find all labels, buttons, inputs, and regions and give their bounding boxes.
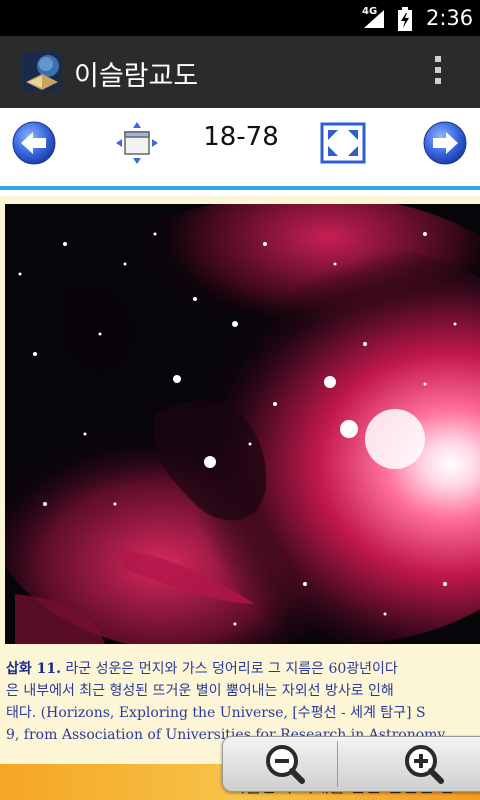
arrow-left-icon[interactable] xyxy=(11,120,57,166)
arrow-right-icon[interactable] xyxy=(422,120,468,166)
move-window-icon[interactable] xyxy=(114,120,160,166)
zoom-out-icon[interactable] xyxy=(223,737,351,791)
clock: 2:36 xyxy=(426,6,474,30)
network-type: 4G xyxy=(362,6,378,17)
caption-line: 은 내부에서 최근 형성된 뜨거운 별이 뿜어내는 자외선 방사로 인해 xyxy=(6,683,394,699)
fullscreen-icon[interactable] xyxy=(320,120,366,166)
app-title: 이슬람교도 xyxy=(74,61,199,92)
page-indicator: 18-78 xyxy=(203,122,279,152)
zoom-divider xyxy=(337,741,338,787)
app-icon[interactable] xyxy=(22,52,62,92)
action-bar: 이슬람교도 xyxy=(0,36,480,109)
caption-line: 삽화 11. 라군 성운은 먼지와 가스 덩어리로 그 지름은 60광년이다 xyxy=(6,661,398,677)
figure-caption: 삽화 11. 라군 성운은 먼지와 가스 덩어리로 그 지름은 60광년이다 은… xyxy=(6,658,480,746)
battery-charging-icon xyxy=(398,7,412,31)
navigation-toolbar: 18-78 xyxy=(0,108,480,186)
status-bar: 4G 2:36 xyxy=(0,0,480,36)
book-page[interactable]: 삽화 11. 라군 성운은 먼지와 가스 덩어리로 그 지름은 60광년이다 은… xyxy=(0,196,480,800)
overflow-menu-icon[interactable] xyxy=(430,56,446,90)
zoom-controls xyxy=(222,736,480,792)
zoom-in-icon[interactable] xyxy=(353,737,480,791)
toolbar-divider xyxy=(0,186,480,190)
nebula-photo xyxy=(5,204,480,644)
caption-line: 태다. (Horizons, Exploring the Universe, [… xyxy=(6,705,426,721)
